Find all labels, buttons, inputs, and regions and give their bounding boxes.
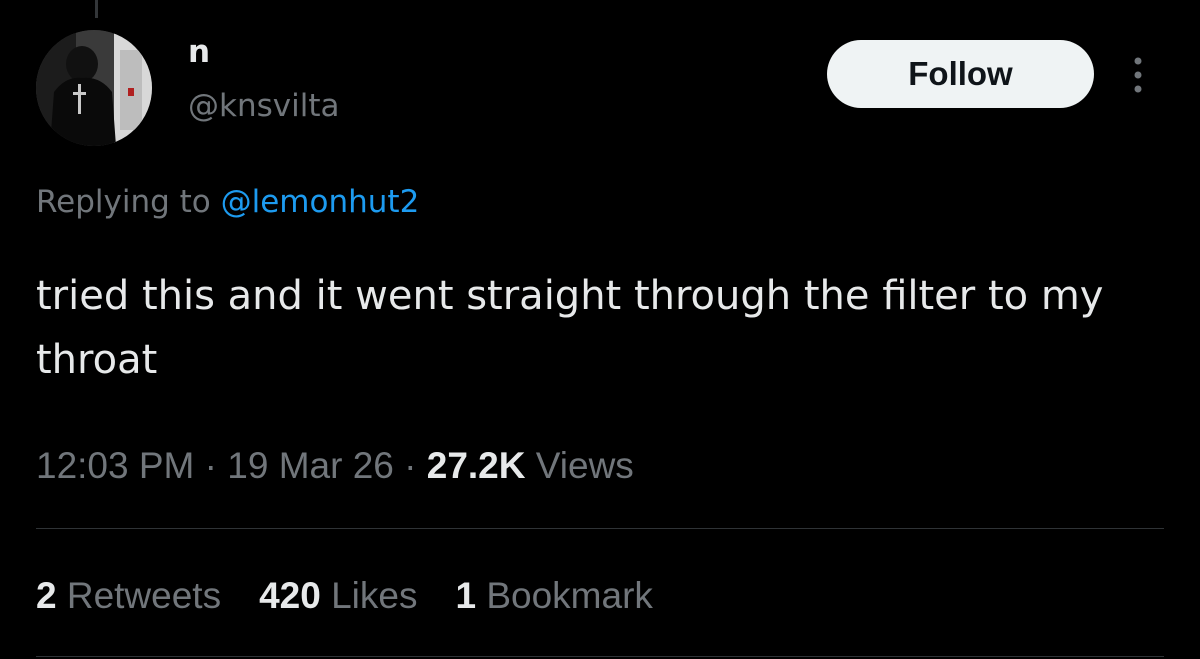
retweets-stat[interactable]: 2 Retweets <box>36 574 221 618</box>
retweets-label: Retweets <box>56 575 222 616</box>
meta-separator: · <box>194 445 228 486</box>
bookmarks-stat[interactable]: 1 Bookmark <box>455 574 652 618</box>
avatar[interactable] <box>36 30 152 146</box>
tweet-meta: 12:03 PM · 19 Mar 26 · 27.2K Views <box>36 444 634 488</box>
more-vertical-icon[interactable] <box>1124 55 1152 95</box>
reply-to-handle-link[interactable]: @lemonhut2 <box>221 184 420 220</box>
bottom-divider <box>36 656 1164 657</box>
bookmarks-count: 1 <box>455 575 477 616</box>
views-count: 27.2K <box>426 445 526 486</box>
user-avatar-photo-icon <box>36 30 152 146</box>
bookmarks-label: Bookmark <box>476 575 653 616</box>
follow-button[interactable]: Follow <box>827 40 1094 108</box>
views-label: Views <box>525 445 634 486</box>
likes-label: Likes <box>320 575 418 616</box>
divider <box>36 528 1164 529</box>
retweets-count: 2 <box>36 575 57 616</box>
tweet-text: tried this and it went straight through … <box>36 273 1104 383</box>
replying-to: Replying to @lemonhut2 <box>36 182 419 222</box>
author-handle[interactable]: @knsvilta <box>188 88 339 124</box>
thread-connector-line <box>95 0 98 18</box>
tweet-time[interactable]: 12:03 PM <box>36 445 194 486</box>
likes-count: 420 <box>259 575 321 616</box>
replying-to-prefix: Replying to <box>36 184 221 220</box>
author-display-name[interactable]: n <box>188 34 210 70</box>
tweet-date[interactable]: 19 Mar 26 <box>227 445 394 486</box>
likes-stat[interactable]: 420 Likes <box>259 574 417 618</box>
meta-separator: · <box>393 445 427 486</box>
engagement-stats: 2 Retweets 420 Likes 1 Bookmark <box>36 574 653 618</box>
